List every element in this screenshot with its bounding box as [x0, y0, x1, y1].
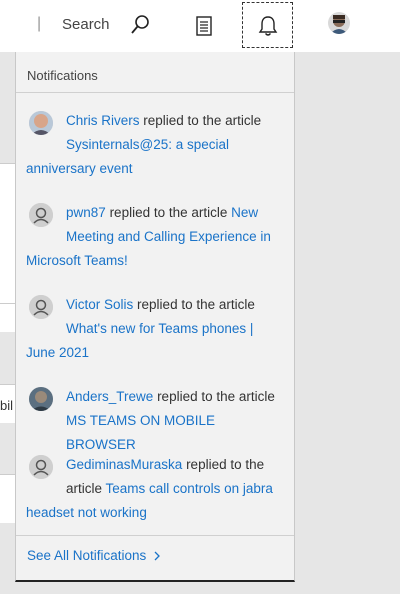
bg-page-card: [0, 163, 16, 304]
default-avatar-icon[interactable]: [29, 203, 53, 227]
default-avatar-icon[interactable]: [29, 295, 53, 319]
see-all-label: See All Notifications: [27, 548, 147, 563]
user-link[interactable]: pwn87: [66, 205, 106, 220]
bg-page-card: [0, 474, 16, 523]
article-link-cont[interactable]: anniversary event: [26, 161, 133, 176]
search-label[interactable]: Search: [62, 16, 110, 33]
user-link[interactable]: Victor Solis: [66, 297, 133, 312]
user-link[interactable]: GediminasMuraska: [66, 457, 182, 472]
see-all-notifications-link[interactable]: See All Notifications: [27, 548, 162, 563]
article-link[interactable]: MS TEAMS ON MOBILE BROWSER: [26, 409, 284, 457]
bell-icon: [258, 16, 278, 36]
avatar[interactable]: [29, 387, 53, 411]
header-divider: |: [37, 15, 42, 32]
user-avatar[interactable]: [328, 12, 350, 34]
article-link[interactable]: Sysinternals@25: a special: [26, 133, 284, 157]
top-header: | Search: [0, 0, 400, 52]
avatar[interactable]: [29, 111, 53, 135]
article-link-cont[interactable]: June 2021: [26, 345, 89, 360]
notification-action: replied to the article: [137, 297, 255, 312]
divider: [16, 535, 294, 536]
chevron-right-icon: [154, 551, 161, 561]
notification-item[interactable]: Anders_Trewe replied to the article MS T…: [26, 385, 284, 457]
article-link[interactable]: New: [231, 205, 258, 220]
article-link-cont[interactable]: headset not working: [26, 505, 147, 520]
search-icon[interactable]: [129, 14, 151, 36]
article-link[interactable]: What's new for Teams phones |: [26, 317, 284, 341]
notification-action-cont: article: [66, 481, 103, 496]
bg-partial-text: bil: [0, 398, 14, 413]
article-link[interactable]: Teams call controls on jabra: [106, 481, 273, 496]
user-link[interactable]: Chris Rivers: [66, 113, 140, 128]
notification-action: replied to the article: [143, 113, 262, 128]
notification-item[interactable]: pwn87 replied to the article New Meeting…: [26, 201, 284, 273]
bg-page-card: [0, 303, 16, 332]
divider: [16, 92, 294, 93]
article-link-cont[interactable]: Microsoft Teams!: [26, 253, 128, 268]
notification-item[interactable]: Chris Rivers replied to the article Sysi…: [26, 109, 284, 181]
notification-action: replied to the article: [109, 205, 228, 220]
default-avatar-icon[interactable]: [29, 455, 53, 479]
notifications-button[interactable]: [242, 2, 293, 48]
notification-item[interactable]: GediminasMuraska replied to the article …: [26, 453, 284, 525]
user-link[interactable]: Anders_Trewe: [66, 389, 153, 404]
article-link-cont[interactable]: Meeting and Calling Experience in: [26, 225, 284, 249]
panel-title: Notifications: [27, 68, 98, 83]
notification-action: replied to the: [186, 457, 265, 472]
notification-action: replied to the article: [157, 389, 275, 404]
notification-item[interactable]: Victor Solis replied to the article What…: [26, 293, 284, 365]
avatar-image: [328, 12, 350, 34]
feed-icon[interactable]: [193, 15, 215, 37]
notifications-panel: Notifications Chris Rivers replied to th…: [15, 52, 295, 582]
